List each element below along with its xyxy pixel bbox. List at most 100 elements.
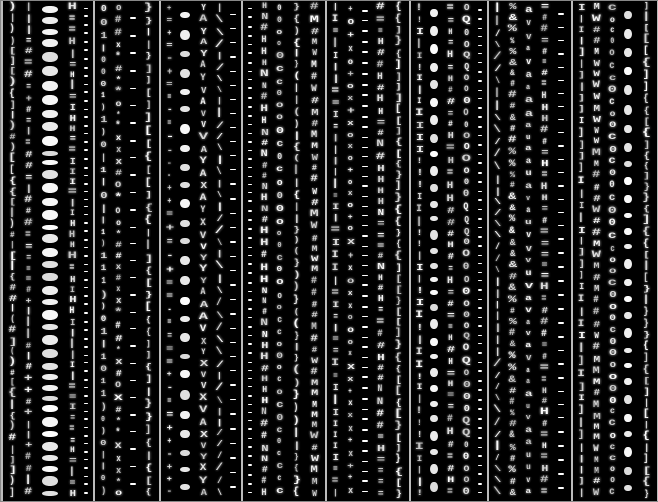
glyph-mark: ] (578, 383, 584, 392)
blob-mark (42, 248, 58, 257)
glyph-mark: | (216, 156, 223, 165)
glyph-mark: I (333, 52, 337, 61)
glyph-mark: H (377, 198, 382, 207)
glyph-mark: { (394, 206, 401, 216)
dash-mark (230, 299, 236, 300)
glyph-mark: / (216, 464, 223, 474)
glyph-mark: # (378, 375, 383, 383)
glyph-mark: I (578, 370, 584, 380)
glyph-mark: a (525, 6, 531, 15)
panel-seam (571, 1, 573, 501)
glyph-mark: 0 (610, 38, 613, 46)
glyph-mark: = (332, 289, 338, 299)
glyph-mark: u (526, 135, 529, 142)
glyph-mark: / (495, 243, 499, 252)
blob-mark (430, 482, 438, 492)
blob-mark (624, 29, 632, 39)
glyph-mark: X (200, 182, 205, 191)
glyph-mark: c (608, 232, 615, 242)
glyph-mark: / (216, 64, 223, 73)
dash-mark (362, 387, 368, 389)
glyph-mark: # (116, 322, 120, 332)
glyph-mark: I (70, 158, 75, 167)
glyph-mark: W (593, 81, 599, 91)
glyph-mark: c (608, 4, 616, 14)
glyph-mark: \ (494, 115, 499, 123)
dash-mark (84, 271, 88, 272)
dash-mark (478, 362, 482, 363)
glyph-mark: # (542, 398, 546, 406)
dash-mark (362, 51, 368, 53)
glyph-mark: ! (416, 287, 422, 296)
blob-mark (624, 395, 632, 404)
glyph-mark: \ (217, 87, 221, 95)
dash-mark (558, 459, 564, 461)
glyph-mark: | (26, 432, 31, 440)
blob-mark (42, 136, 58, 146)
glyph-mark: # (26, 106, 30, 115)
glyph-mark: # (261, 365, 267, 374)
glyph-mark: # (9, 326, 15, 336)
glyph-mark: [ (643, 118, 648, 127)
glyph-mark: # (509, 329, 514, 339)
glyph-mark: { (396, 50, 401, 59)
glyph-mark: o (347, 327, 352, 335)
glyph-mark: I (333, 432, 336, 440)
glyph-mark: 0 (609, 219, 615, 229)
glyph-mark: = (167, 238, 172, 247)
blob-mark (624, 244, 632, 249)
dash-mark (362, 41, 368, 43)
dash-mark (84, 239, 88, 241)
dash-mark (558, 377, 564, 379)
glyph-mark: | (25, 185, 31, 194)
glyph-mark: x (348, 450, 352, 459)
glyph-mark: [ (9, 199, 14, 207)
glyph-mark: = (166, 411, 172, 420)
glyph-mark: = (378, 478, 382, 487)
glyph-mark: W (592, 15, 600, 25)
dash-mark (130, 35, 136, 37)
glyph-mark: A (201, 98, 205, 108)
glyph-mark: H (541, 465, 547, 474)
glyph-mark: # (593, 27, 599, 35)
glyph-mark: H (447, 477, 453, 485)
glyph-mark: 0 (609, 315, 614, 323)
glyph-mark: # (377, 410, 383, 420)
glyph-mark: M (311, 131, 316, 141)
glyph-mark: c (277, 316, 281, 325)
glyph-mark: I (69, 179, 75, 187)
dash-mark (84, 24, 88, 26)
glyph-mark: 0 (610, 181, 615, 191)
texture-strip: #M#MWM#W#M#MMW##W#MW#MWM####M##W#MMMMMW#… (309, 1, 319, 501)
glyph-mark: a (525, 427, 530, 435)
glyph-mark: = (446, 144, 453, 154)
glyph-mark: H (542, 195, 547, 203)
glyph-mark: } (395, 171, 401, 180)
dash-mark (478, 325, 482, 327)
glyph-mark: A (200, 194, 206, 204)
glyph-mark: \ (493, 488, 500, 498)
glyph-mark: \ (494, 232, 500, 240)
dash-mark (248, 79, 252, 80)
glyph-mark: V (200, 232, 205, 242)
glyph-mark: = (167, 120, 170, 128)
dash-mark (84, 133, 88, 134)
glyph-mark: I (416, 361, 423, 371)
dash-mark (130, 380, 136, 381)
blob-mark (430, 354, 438, 359)
glyph-mark: H (377, 165, 383, 174)
glyph-mark: / (495, 373, 500, 381)
glyph-mark: # (542, 330, 547, 340)
glyph-mark: % (509, 3, 515, 12)
glyph-mark: N (378, 385, 382, 395)
glyph-mark: H (542, 92, 546, 102)
glyph-mark: & (510, 250, 514, 259)
texture-strip (179, 1, 191, 501)
glyph-mark: 1 (100, 253, 106, 261)
glyph-mark: 0 (609, 146, 616, 155)
glyph-mark: ( (10, 348, 13, 356)
dash-mark (478, 154, 482, 155)
glyph-mark: x (116, 467, 120, 476)
glyph-mark: x (348, 144, 352, 151)
dash-mark (478, 389, 482, 391)
